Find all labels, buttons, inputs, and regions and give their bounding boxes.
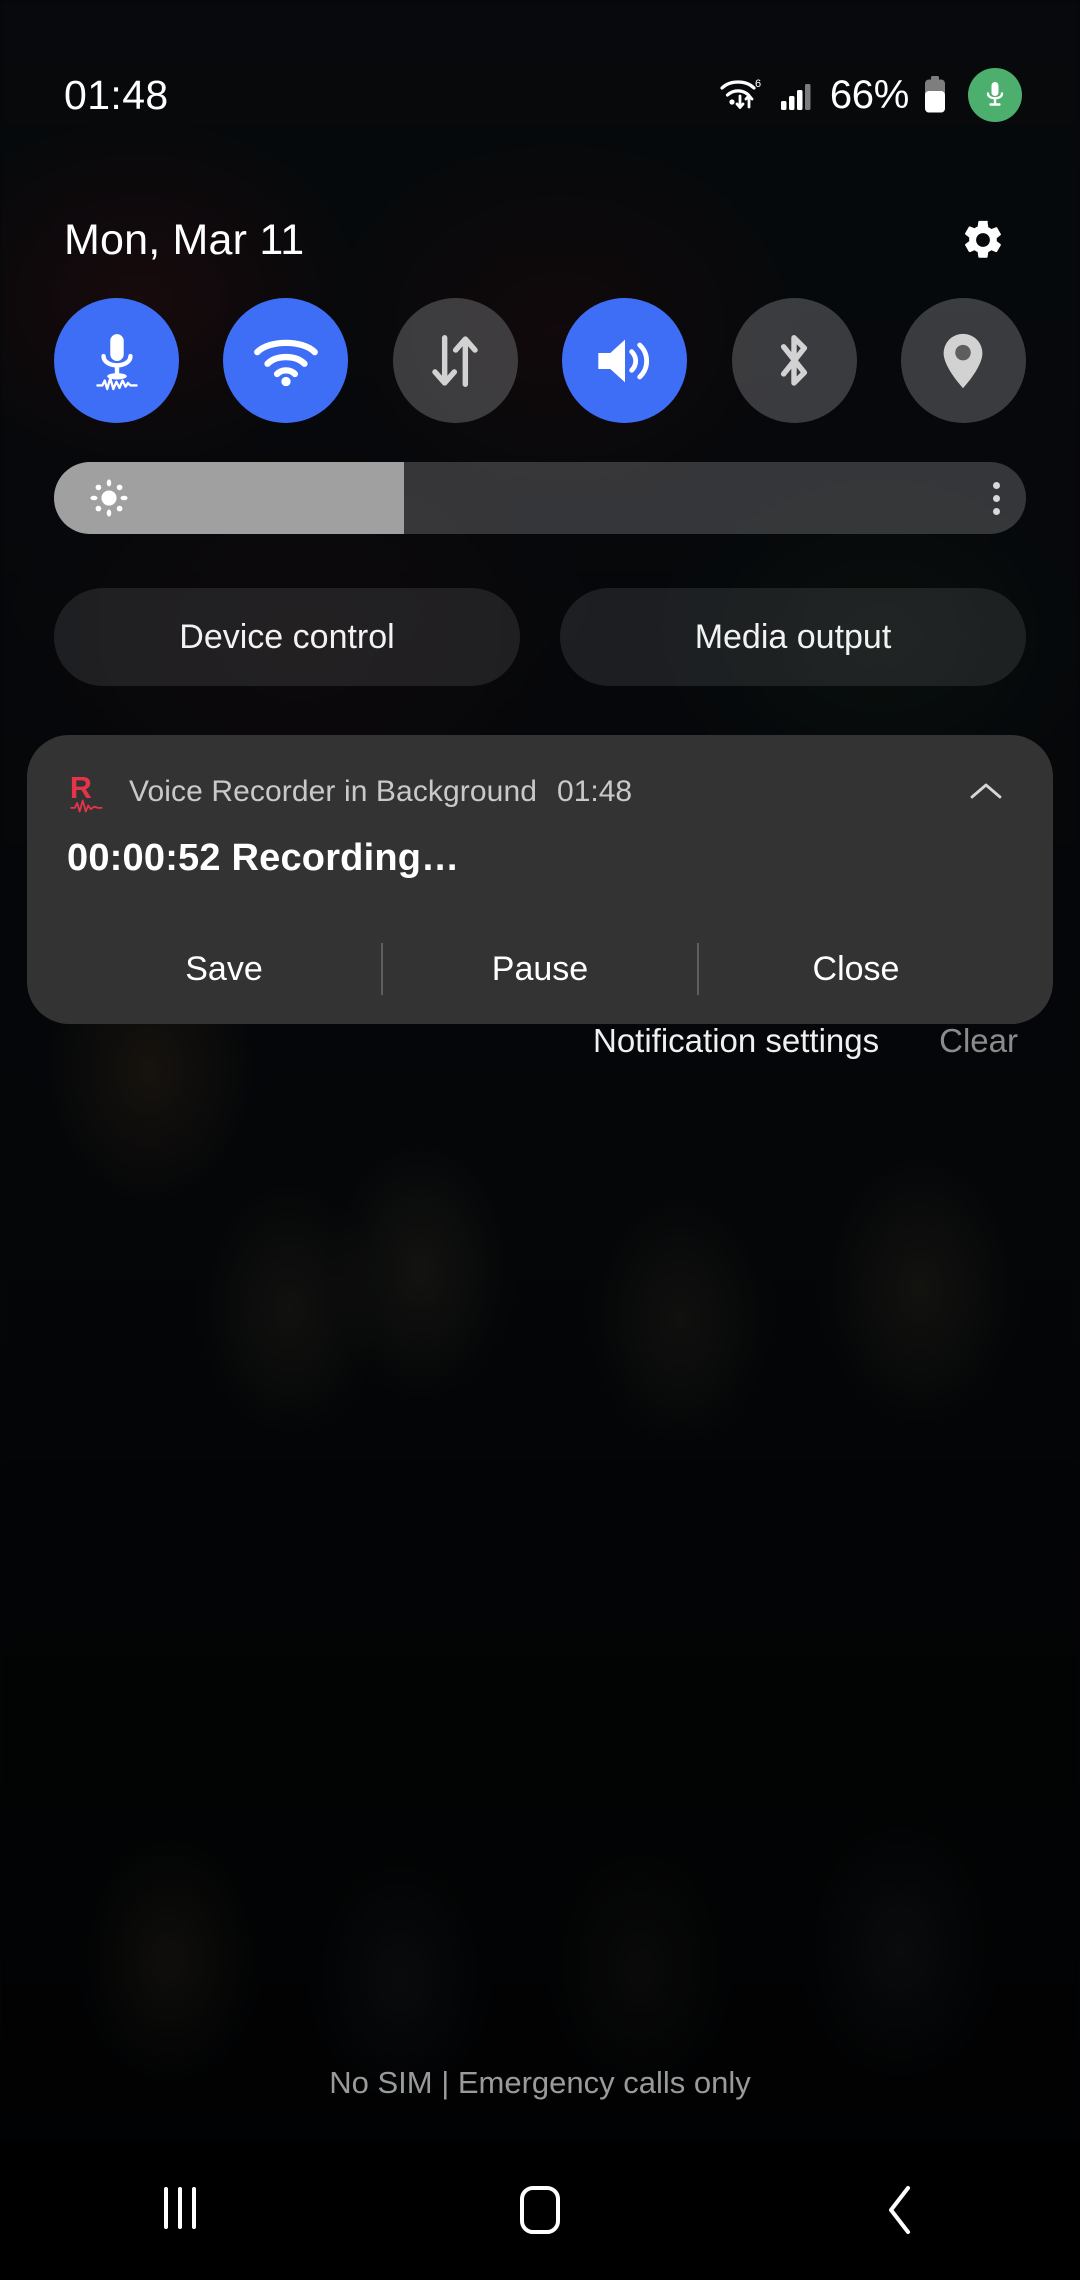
wifi-6-icon: 6 (720, 78, 761, 109)
notification-header: R Voice Recorder in Background 01:48 (67, 763, 1013, 821)
home-icon (520, 2186, 560, 2234)
quick-tile-location[interactable] (900, 298, 1026, 423)
notification-actions: Save Pause Close (67, 914, 1013, 1024)
device-control-button[interactable]: Device control (54, 588, 520, 686)
carrier-status-text: No SIM | Emergency calls only (329, 2065, 751, 2100)
back-button[interactable] (720, 2140, 1080, 2280)
panel-header-row: Mon, Mar 11 (0, 190, 1080, 290)
status-bar: 01:48 6 66% (0, 0, 1080, 190)
back-icon (889, 2186, 910, 2234)
navigation-bar (0, 2140, 1080, 2280)
quick-tile-microphone[interactable] (54, 298, 179, 423)
close-button[interactable]: Close (699, 950, 1013, 989)
notification-card[interactable]: R Voice Recorder in Background 01:48 00:… (27, 735, 1053, 1024)
chevron-up-icon (970, 783, 1002, 799)
settings-button[interactable] (948, 205, 1018, 275)
svg-text:6: 6 (755, 78, 761, 90)
overflow-menu-icon[interactable] (993, 481, 1000, 515)
recents-icon (159, 2186, 201, 2234)
home-button[interactable] (360, 2140, 720, 2280)
status-icon-group: 6 66% (718, 68, 1022, 122)
mic-recording-indicator-icon (968, 68, 1022, 122)
media-output-button[interactable]: Media output (560, 588, 1026, 686)
location-pin-icon (944, 333, 983, 388)
brightness-sun-icon (89, 478, 129, 518)
battery-icon (925, 76, 945, 113)
quick-tile-sound[interactable] (562, 298, 688, 423)
quick-tile-wifi[interactable] (223, 298, 349, 423)
wifi-icon (254, 339, 318, 386)
notification-settings-link[interactable]: Notification settings (593, 1022, 879, 1060)
notification-footer: Notification settings Clear (593, 1022, 1018, 1060)
pause-button[interactable]: Pause (383, 950, 697, 989)
quick-tile-bluetooth[interactable] (731, 298, 857, 423)
recents-button[interactable] (0, 2140, 360, 2280)
bluetooth-icon (781, 334, 808, 386)
signal-bars-icon (780, 84, 811, 110)
battery-percentage-label: 66% (829, 72, 909, 117)
speaker-icon (598, 339, 649, 382)
notification-app-name: Voice Recorder in Background (129, 775, 538, 808)
collapse-button[interactable] (963, 769, 1009, 815)
svg-text:R: R (70, 771, 92, 805)
date-label: Mon, Mar 11 (64, 215, 305, 264)
gear-icon (965, 220, 1001, 258)
microphone-icon (95, 333, 138, 390)
quick-tile-mobile-data[interactable] (392, 298, 518, 423)
quick-settings-panel: 01:48 6 66% Mon, Mar 11 Device control M… (0, 0, 1080, 2280)
voice-recorder-icon: R (67, 770, 107, 814)
data-transfer-icon (432, 334, 479, 387)
status-clock: 01:48 (64, 71, 169, 118)
save-button[interactable]: Save (67, 950, 381, 989)
clear-all-button[interactable]: Clear (939, 1022, 1018, 1060)
panel-action-buttons: Device control Media output (54, 588, 1026, 686)
quick-settings-tiles (0, 298, 1080, 423)
brightness-slider[interactable] (54, 462, 1026, 534)
notification-title: 00:00:52 Recording… (67, 837, 460, 879)
notification-time: 01:48 (557, 775, 633, 808)
